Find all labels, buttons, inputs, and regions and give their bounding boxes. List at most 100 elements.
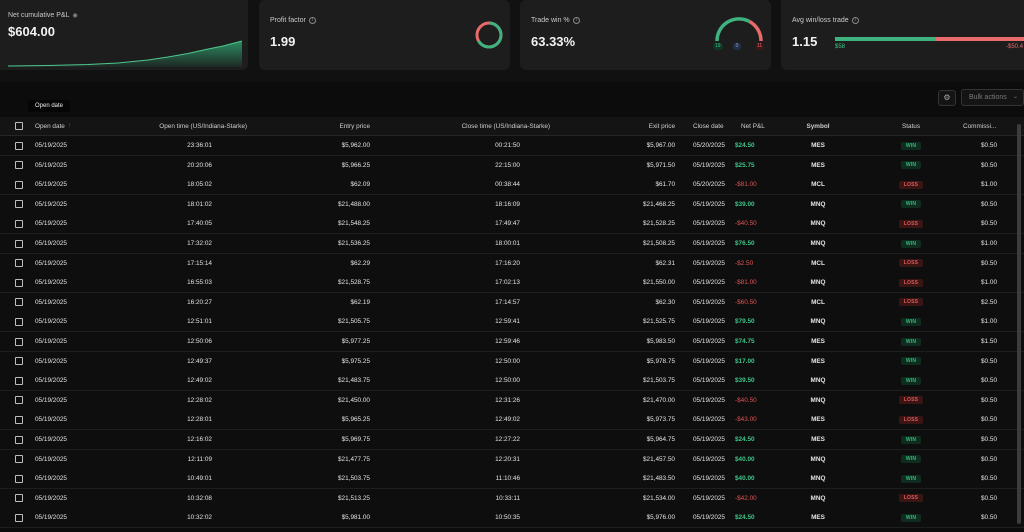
row-checkbox[interactable] xyxy=(15,136,23,155)
sort-up-icon: ↑ xyxy=(67,123,71,129)
table-row[interactable]: 05/19/2025 17:15:14 $62.29 17:16:20 $62.31 05… xyxy=(0,253,1024,274)
table-row[interactable]: 05/19/2025 12:28:01 $5,965.25 12:49:02 $5,97… xyxy=(0,410,1024,431)
row-checkbox[interactable] xyxy=(15,410,23,429)
net-pnl-cell-text: $39.00 xyxy=(735,200,755,208)
close-date-cell-text: 05/19/2025 xyxy=(693,298,725,306)
row-checkbox[interactable] xyxy=(15,352,23,371)
status-cell: LOSS xyxy=(880,254,942,273)
open-time-cell: 12:16:02 xyxy=(110,430,212,449)
header-symbol[interactable]: Symbol xyxy=(800,117,836,135)
status-cell: WIN xyxy=(880,371,942,390)
table-row[interactable]: 05/19/2025 18:05:02 $62.09 00:38:44 $61.70 05… xyxy=(0,175,1024,196)
row-checkbox[interactable] xyxy=(15,508,23,527)
header-close-time[interactable]: Close time (US/Indiana-Starke) xyxy=(455,117,550,135)
row-checkbox[interactable] xyxy=(15,254,23,273)
table-row[interactable]: 05/19/2025 12:50:06 $5,977.25 12:59:46 $5,98… xyxy=(0,332,1024,352)
table-row[interactable]: 05/19/2025 12:51:01 $21,505.75 12:59:41 $21,… xyxy=(0,312,1024,333)
exit-price-cell: $21,508.25 xyxy=(610,234,675,253)
entry-price-cell-text: $21,488.00 xyxy=(338,200,370,208)
bulk-actions-button[interactable]: Bulk actions ⌄ xyxy=(961,89,1024,106)
select-all-checkbox[interactable] xyxy=(15,117,23,135)
table-row[interactable]: 05/19/2025 10:49:01 $21,503.75 11:10:46 $21,… xyxy=(0,469,1024,490)
avg-win-loss-value: 1.15 xyxy=(792,34,818,49)
row-checkbox[interactable] xyxy=(15,332,23,351)
entry-price-cell: $21,548.25 xyxy=(300,214,370,233)
net-pnl-cell-text: $24.50 xyxy=(735,436,755,443)
info-icon[interactable]: i xyxy=(308,17,316,24)
loss-count-badge: 11 xyxy=(755,43,765,50)
row-checkbox[interactable] xyxy=(15,371,23,390)
close-date-cell-text: 05/19/2025 xyxy=(693,494,725,502)
commission-cell-text: $0.50 xyxy=(981,259,997,267)
row-checkbox[interactable] xyxy=(15,175,23,194)
eye-icon[interactable]: ◉ xyxy=(72,12,77,19)
table-row[interactable]: 05/19/2025 10:32:08 $21,513.25 10:33:11 $21,… xyxy=(0,488,1024,509)
row-checkbox[interactable] xyxy=(15,293,23,312)
row-checkbox[interactable] xyxy=(15,234,23,253)
table-row[interactable]: 05/19/2025 20:20:06 $5,966.25 22:15:00 $5,97… xyxy=(0,155,1024,176)
open-date-cell-text: 05/19/2025 xyxy=(35,377,67,385)
symbol-cell-text: MNQ xyxy=(810,475,826,483)
row-checkbox[interactable] xyxy=(15,273,23,292)
symbol-cell-text: MNQ xyxy=(810,279,826,287)
row-checkbox[interactable] xyxy=(15,450,23,469)
exit-price-cell: $5,971.50 xyxy=(610,156,675,175)
status-badge: WIN xyxy=(900,455,922,464)
table-row[interactable]: 05/19/2025 17:32:02 $21,536.25 18:00:01 $21,… xyxy=(0,234,1024,254)
row-checkbox[interactable] xyxy=(15,195,23,214)
info-icon[interactable]: i xyxy=(572,17,580,24)
header-commission[interactable]: Commissi... xyxy=(963,117,1013,135)
row-checkbox[interactable] xyxy=(15,214,23,233)
table-row[interactable]: 05/19/2025 10:32:02 $5,981.00 10:50:35 $5,97… xyxy=(0,508,1024,529)
close-date-cell: 05/20/2025 xyxy=(693,175,725,194)
exit-price-cell: $62.31 xyxy=(610,254,675,273)
commission-cell: $0.50 xyxy=(960,156,997,175)
row-checkbox[interactable] xyxy=(15,469,23,488)
symbol-cell: MNQ xyxy=(800,450,836,469)
open-date-cell-text: 05/19/2025 xyxy=(35,338,67,345)
entry-price-cell-text: $5,981.00 xyxy=(341,514,370,522)
symbol-cell-text: MNQ xyxy=(810,494,826,502)
row-checkbox[interactable] xyxy=(15,391,23,410)
table-settings-button[interactable]: ⚙ xyxy=(938,90,956,106)
close-time-cell-text: 12:50:00 xyxy=(495,357,520,365)
open-time-cell-text: 17:15:14 xyxy=(187,259,212,267)
table-scrollbar[interactable] xyxy=(1016,117,1022,532)
table-row[interactable]: 05/19/2025 23:36:01 $5,962.00 00:21:50 $5,96… xyxy=(0,136,1024,156)
open-time-cell-text: 17:32:02 xyxy=(187,240,212,247)
table-row[interactable]: 05/19/2025 17:40:05 $21,548.25 17:49:47 $21,… xyxy=(0,214,1024,235)
table-row[interactable]: 05/19/2025 12:16:02 $5,969.75 12:27:22 $5,96… xyxy=(0,430,1024,450)
table-row[interactable]: 05/19/2025 12:49:02 $21,483.75 12:50:00 $21,… xyxy=(0,371,1024,392)
open-time-cell: 12:11:09 xyxy=(110,450,212,469)
open-time-cell-text: 10:32:02 xyxy=(187,514,212,522)
table-row[interactable]: 05/19/2025 18:01:02 $21,488.00 18:16:09 $21,… xyxy=(0,194,1024,215)
info-icon[interactable]: i xyxy=(851,17,859,24)
close-date-cell: 05/19/2025 xyxy=(693,489,725,508)
header-open-date[interactable]: Open date ↑ xyxy=(35,117,71,135)
header-entry-price[interactable]: Entry price xyxy=(320,117,370,135)
net-pnl-cell: $74.75 xyxy=(735,332,765,351)
net-pnl-cell: $24.50 xyxy=(735,430,765,449)
table-row[interactable]: 05/19/2025 12:11:09 $21,477.75 12:20:31 $21,… xyxy=(0,449,1024,470)
symbol-cell: MNQ xyxy=(800,234,836,253)
header-net-pnl[interactable]: Net P&L xyxy=(741,117,771,135)
table-row[interactable]: 05/19/2025 16:55:03 $21,528.75 17:02:13 $21,… xyxy=(0,273,1024,294)
commission-cell-text: $1.50 xyxy=(981,338,997,345)
row-checkbox[interactable] xyxy=(15,156,23,175)
header-close-date[interactable]: Close date xyxy=(693,117,724,135)
table-row[interactable]: 05/19/2025 12:49:37 $5,975.25 12:50:00 $5,97… xyxy=(0,351,1024,372)
table-row[interactable]: 05/19/2025 16:20:27 $62.19 17:14:57 $62.30 05… xyxy=(0,292,1024,313)
close-time-cell-text: 10:50:35 xyxy=(495,514,520,522)
header-exit-price[interactable]: Exit price xyxy=(630,117,675,135)
open-date-cell: 05/19/2025 xyxy=(35,214,67,233)
open-date-cell-text: 05/19/2025 xyxy=(35,475,67,483)
row-checkbox[interactable] xyxy=(15,312,23,331)
close-date-cell-text: 05/19/2025 xyxy=(693,357,725,365)
header-status[interactable]: Status xyxy=(880,117,942,135)
table-row[interactable]: 05/19/2025 12:28:02 $21,450.00 12:31:26 $21,… xyxy=(0,390,1024,411)
entry-price-cell: $5,969.75 xyxy=(300,430,370,449)
row-checkbox[interactable] xyxy=(15,489,23,508)
symbol-cell-text: MCL xyxy=(811,298,825,306)
row-checkbox[interactable] xyxy=(15,430,23,449)
header-open-time[interactable]: Open time (US/Indiana-Starke) xyxy=(150,117,247,135)
